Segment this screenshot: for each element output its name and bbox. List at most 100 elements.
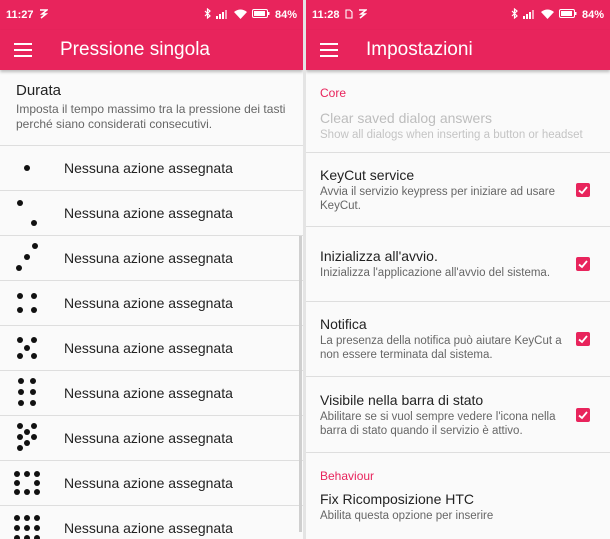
pref-title: Clear saved dialog answers: [320, 110, 492, 126]
bluetooth-icon: [511, 7, 518, 22]
dice-2-icon: [10, 196, 44, 230]
dot: [24, 535, 30, 539]
pref-title: Inizializza all'avvio.: [320, 248, 438, 264]
dot: [31, 293, 37, 299]
dot: [31, 434, 37, 440]
list-item[interactable]: Nessuna azione assegnata: [0, 281, 303, 326]
dot: [24, 525, 30, 531]
dot: [24, 165, 30, 171]
duration-setting[interactable]: Durata Imposta il tempo massimo tra la p…: [0, 70, 303, 145]
row-label: Nessuna azione assegnata: [64, 520, 233, 536]
dot: [31, 353, 37, 359]
dot: [34, 471, 40, 477]
sim-icon: [344, 8, 353, 22]
list-item[interactable]: Nessuna azione assegnata: [0, 191, 303, 236]
list-item[interactable]: Nessuna azione assegnata: [0, 416, 303, 461]
dot: [17, 423, 23, 429]
list-item[interactable]: Nessuna azione assegnata: [0, 506, 303, 539]
menu-icon[interactable]: [14, 39, 36, 61]
dot: [24, 489, 30, 495]
duration-summary: Imposta il tempo massimo tra la pression…: [16, 102, 286, 131]
app-bar: Pressione singola: [0, 30, 303, 70]
right-screen: 11:28 84% Impostazioni Core Clear saved …: [306, 0, 610, 539]
checkbox[interactable]: [576, 332, 590, 346]
dot: [34, 489, 40, 495]
dot: [18, 400, 24, 406]
preference-item[interactable]: Notifica La presenza della notifica può a…: [306, 302, 610, 377]
dot: [30, 389, 36, 395]
dice-4-icon: [10, 286, 44, 320]
pref-summary: Inizializza l'applicazione all'avvio del…: [320, 267, 551, 279]
dot: [18, 389, 24, 395]
row-label: Nessuna azione assegnata: [64, 475, 233, 491]
category-core: Core: [320, 86, 347, 100]
scrollbar[interactable]: [299, 236, 302, 532]
dot: [14, 515, 20, 521]
dot: [14, 489, 20, 495]
app-bar: Impostazioni: [306, 30, 610, 70]
preferences-list: Core Clear saved dialog answers Show all…: [306, 70, 610, 539]
settings-list: Durata Imposta il tempo massimo tra la p…: [0, 70, 303, 539]
row-label: Nessuna azione assegnata: [64, 295, 233, 311]
left-screen: 11:27 84% Pressione singola Durata Impos…: [0, 0, 303, 539]
menu-icon[interactable]: [320, 39, 342, 61]
list-item[interactable]: Nessuna azione assegnata: [0, 146, 303, 191]
dot: [17, 337, 23, 343]
dice-8-icon: [10, 466, 44, 500]
list-item[interactable]: Nessuna azione assegnata: [0, 236, 303, 281]
battery-icon: [251, 9, 270, 21]
dot: [31, 337, 37, 343]
preference-item[interactable]: KeyCut service Avvia il servizio keypress…: [306, 153, 610, 227]
pref-summary: Abilitare se si vuol sempre vedere l'ico…: [320, 410, 556, 437]
dot: [32, 243, 38, 249]
pref-title: Fix Ricomposizione HTC: [320, 491, 475, 507]
dice-5-icon: [10, 331, 44, 365]
bluetooth-icon: [204, 7, 211, 22]
preference-item[interactable]: Inizializza all'avvio. Inizializza l'appl…: [306, 227, 610, 302]
pref-title: Notifica: [320, 316, 367, 332]
dice-9-icon: [10, 511, 44, 539]
dot: [17, 353, 23, 359]
row-label: Nessuna azione assegnata: [64, 340, 233, 356]
checkbox[interactable]: [576, 407, 590, 422]
pref-summary: Avvia il servizio keypress per iniziare …: [320, 185, 555, 212]
row-label: Nessuna azione assegnata: [64, 205, 233, 221]
pref-title: Visibile nella barra di stato: [320, 391, 484, 408]
dot: [18, 378, 24, 384]
row-label: Nessuna azione assegnata: [64, 160, 233, 176]
dot: [34, 515, 40, 521]
signal-icon: [215, 9, 229, 22]
dot: [24, 429, 30, 435]
dot: [16, 265, 22, 271]
check-icon: [578, 185, 588, 194]
check-icon: [578, 260, 588, 269]
dice-3-icon: [10, 241, 44, 275]
clear-dialog-answers-pref: Clear saved dialog answers Show all dial…: [306, 100, 610, 153]
flash-icon: [358, 8, 368, 22]
dot: [17, 200, 23, 206]
pref-summary: La presenza della notifica può aiutare K…: [320, 335, 562, 361]
dot: [30, 400, 36, 406]
dot: [14, 471, 20, 477]
page-title: Pressione singola: [60, 39, 210, 60]
duration-title: Durata: [16, 82, 62, 99]
page-title: Impostazioni: [366, 39, 473, 60]
dot: [34, 480, 40, 486]
list-item[interactable]: Nessuna azione assegnata: [0, 461, 303, 506]
signal-icon: [522, 9, 536, 22]
checkbox[interactable]: [576, 257, 590, 271]
check-icon: [578, 410, 588, 419]
dot: [34, 525, 40, 531]
checkbox[interactable]: [576, 182, 590, 197]
dot: [31, 220, 37, 226]
dot: [30, 378, 36, 384]
dot: [17, 445, 23, 451]
list-item[interactable]: Nessuna azione assegnata: [0, 371, 303, 416]
dot: [17, 307, 23, 313]
list-item[interactable]: Nessuna azione assegnata: [0, 326, 303, 371]
row-label: Nessuna azione assegnata: [64, 385, 233, 401]
status-time: 11:28: [312, 9, 340, 21]
fix-htc-recompose-pref[interactable]: Fix Ricomposizione HTC Abilita questa op…: [306, 483, 610, 539]
preference-item[interactable]: Visibile nella barra di stato Abilitare s…: [306, 377, 610, 453]
dot: [24, 254, 30, 260]
